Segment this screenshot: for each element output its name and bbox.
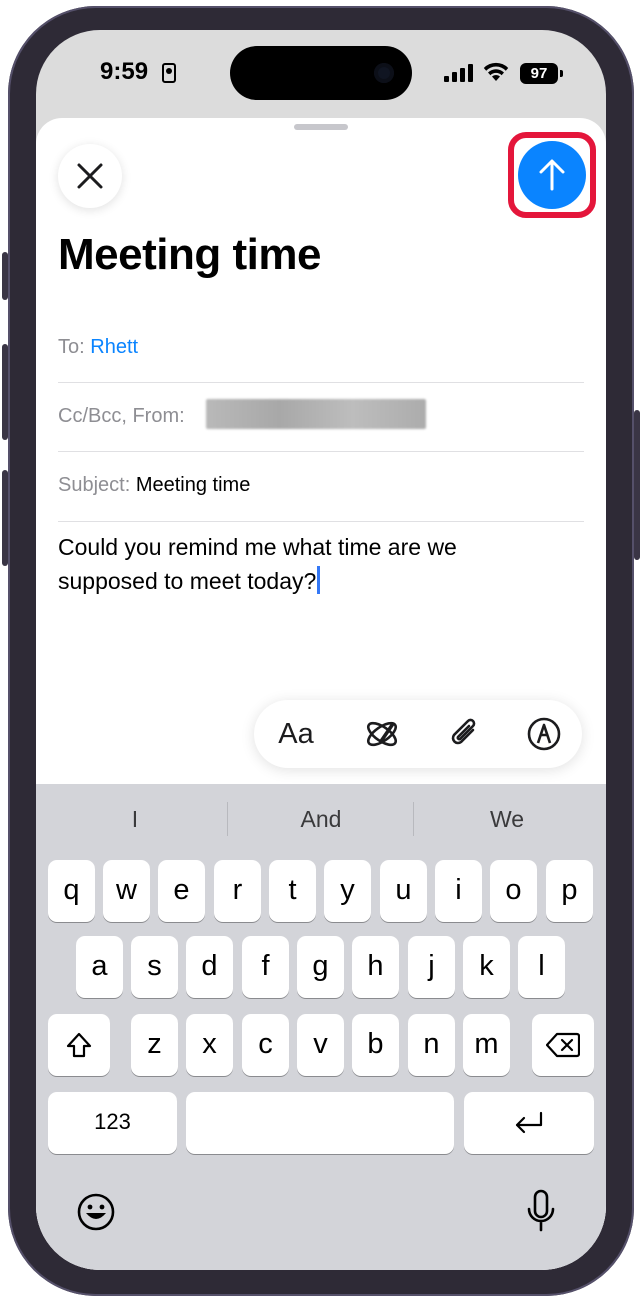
numbers-key[interactable]: 123 [48, 1092, 177, 1154]
format-toolbar: Aa [254, 700, 582, 768]
screen: 9:59 97 Meeting time To: Rhett Cc/Bcc, F… [36, 30, 606, 1270]
message-body[interactable]: Could you remind me what time are we sup… [58, 530, 558, 598]
paperclip-icon [451, 718, 476, 745]
to-label: To: [58, 336, 85, 358]
delete-key[interactable] [532, 1014, 594, 1076]
key-g[interactable]: g [297, 936, 344, 998]
status-time: 9:59 [100, 58, 149, 85]
key-s[interactable]: s [131, 936, 178, 998]
ccbcc-from-field[interactable]: Cc/Bcc, From: [58, 383, 584, 451]
power-button [634, 410, 640, 560]
suggestion-1[interactable]: I [42, 784, 228, 854]
markup-icon [527, 717, 561, 751]
dictation-button[interactable] [524, 1188, 568, 1238]
shift-icon [66, 1032, 92, 1058]
close-icon [77, 163, 103, 189]
to-field[interactable]: To: Rhett [58, 314, 584, 382]
wifi-icon [483, 62, 509, 81]
key-o[interactable]: o [490, 860, 537, 922]
writing-tools-button[interactable] [350, 700, 414, 768]
signal-icon [444, 64, 474, 82]
send-arrow-icon [539, 159, 565, 191]
key-w[interactable]: w [103, 860, 150, 922]
message-body-text: Could you remind me what time are we sup… [58, 534, 457, 594]
key-j[interactable]: j [408, 936, 455, 998]
key-r[interactable]: r [214, 860, 261, 922]
key-y[interactable]: y [324, 860, 371, 922]
battery-indicator: 97 [520, 63, 563, 84]
key-n[interactable]: n [408, 1014, 455, 1076]
key-m[interactable]: m [463, 1014, 510, 1076]
shift-key[interactable] [48, 1014, 110, 1076]
key-b[interactable]: b [352, 1014, 399, 1076]
contact-card-icon [162, 63, 176, 83]
key-c[interactable]: c [242, 1014, 289, 1076]
key-d[interactable]: d [186, 936, 233, 998]
volume-down-button [2, 470, 8, 566]
emoji-icon [77, 1193, 115, 1231]
key-p[interactable]: p [546, 860, 593, 922]
writing-tools-icon [366, 721, 398, 747]
subject-field[interactable]: Subject: Meeting time [58, 452, 584, 520]
ccbcc-label: Cc/Bcc, From: [58, 405, 185, 427]
key-f[interactable]: f [242, 936, 289, 998]
close-button[interactable] [58, 144, 122, 208]
text-cursor [317, 566, 321, 594]
suggestion-2[interactable]: And [228, 784, 414, 854]
space-key[interactable] [186, 1092, 454, 1154]
microphone-icon [527, 1189, 555, 1232]
key-e[interactable]: e [158, 860, 205, 922]
key-a[interactable]: a [76, 936, 123, 998]
dynamic-island [230, 46, 412, 100]
recipient-token[interactable]: Rhett [90, 336, 138, 358]
key-i[interactable]: i [435, 860, 482, 922]
markup-button[interactable] [512, 700, 576, 768]
key-q[interactable]: q [48, 860, 95, 922]
action-button [2, 252, 8, 300]
volume-up-button [2, 344, 8, 440]
divider [58, 521, 584, 522]
key-k[interactable]: k [463, 936, 510, 998]
subject-label: Subject: [58, 474, 131, 496]
key-t[interactable]: t [269, 860, 316, 922]
camera-icon [374, 63, 394, 83]
key-l[interactable]: l [518, 936, 565, 998]
delete-icon [545, 1032, 581, 1058]
keyboard: I And We q w e r t y u i o p a s d f g h… [36, 784, 606, 1270]
key-z[interactable]: z [131, 1014, 178, 1076]
key-h[interactable]: h [352, 936, 399, 998]
return-icon [515, 1111, 543, 1134]
format-button[interactable]: Aa [264, 700, 328, 768]
suggestion-3[interactable]: We [414, 784, 600, 854]
sheet-grabber[interactable] [294, 124, 348, 130]
attachment-button[interactable] [432, 700, 496, 768]
emoji-button[interactable] [76, 1192, 120, 1236]
key-x[interactable]: x [186, 1014, 233, 1076]
send-button[interactable] [518, 141, 586, 209]
status-bar: 9:59 97 [36, 30, 606, 120]
subject-input[interactable]: Meeting time [136, 474, 251, 496]
compose-title: Meeting time [58, 230, 321, 279]
key-u[interactable]: u [380, 860, 427, 922]
key-v[interactable]: v [297, 1014, 344, 1076]
return-key[interactable] [464, 1092, 594, 1154]
from-address-redacted [206, 399, 426, 429]
